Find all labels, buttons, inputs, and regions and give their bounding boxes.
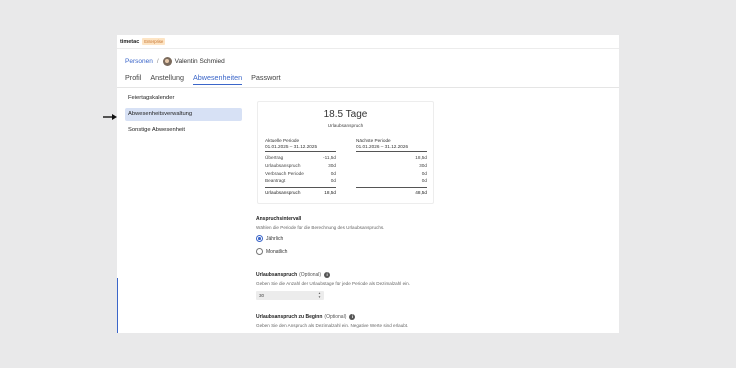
brand-logo[interactable]: timetac	[120, 39, 139, 45]
pointer-arrow-icon	[103, 114, 117, 120]
current-period-range: 01.01.2025 – 31.12.2025	[265, 144, 336, 152]
sidebar-item-feiertagskalender[interactable]: Feiertagskalender	[125, 92, 242, 105]
row-value: 30d	[328, 162, 336, 168]
vacation-summary-card: 18.5 Tage Urlaubsanspruch Aktuelle Perio…	[257, 101, 434, 204]
table-row: 0d	[356, 177, 427, 185]
table-total-row: 48,5d	[356, 187, 427, 197]
row-label: Beantragt	[265, 178, 286, 184]
entitlement-label: Urlaubsanspruch	[256, 272, 298, 278]
row-value: 0d	[330, 178, 336, 184]
entitlement-value: 30	[259, 293, 265, 298]
table-row: Verbrauch Periode 0d	[265, 170, 336, 178]
radio-label: Monatlich	[266, 248, 288, 255]
vacation-total-caption: Urlaubsanspruch	[327, 123, 364, 128]
tab-abwesenheiten[interactable]: Abwesenheiten	[192, 73, 243, 85]
breadcrumb: Personen / Valentin Schmied	[125, 57, 225, 66]
table-row: 30d	[356, 162, 427, 170]
tab-profil[interactable]: Profil	[125, 73, 141, 85]
interval-help: Wählen die Periode für die Berechnung de…	[256, 225, 385, 230]
table-total-row: Urlaubsanspruch 18,5d	[265, 187, 336, 197]
table-row: Urlaubsanspruch 30d	[265, 162, 336, 170]
row-value: 0d	[330, 170, 336, 176]
next-period-column: Nächste Periode 01.01.2026 – 31.12.2026 …	[356, 138, 427, 197]
tab-divider	[117, 87, 619, 88]
row-value: -11,5d	[323, 155, 336, 160]
breadcrumb-separator: /	[156, 58, 159, 65]
app-window: timetac Enterprise Personen / Valentin S…	[117, 35, 619, 333]
optional-tag: (Optional)	[324, 314, 347, 320]
interval-label: Anspruchsintervall	[256, 216, 302, 222]
row-value: 18,5d	[415, 155, 427, 160]
initial-label: Urlaubsanspruch zu Beginn	[256, 314, 323, 320]
current-period-column: Aktuelle Periode 01.01.2025 – 31.12.2025…	[265, 138, 336, 197]
tab-passwort[interactable]: Passwort	[251, 73, 281, 85]
table-row: Übertrag -11,5d	[265, 154, 336, 162]
table-row: 0d	[356, 170, 427, 178]
table-row: Beantragt 0d	[265, 177, 336, 185]
current-period-title: Aktuelle Periode	[265, 138, 300, 143]
entitlement-help: Geben Sie die Anzahl der Urlaubstage für…	[256, 281, 410, 286]
table-row: 18,5d	[356, 154, 427, 162]
optional-tag: (Optional)	[299, 272, 322, 278]
entitlement-input[interactable]: 30 ▲ ▼	[256, 291, 324, 300]
top-bar: timetac Enterprise	[117, 35, 619, 49]
info-icon[interactable]: i	[349, 314, 356, 320]
total-label: Urlaubsanspruch	[265, 190, 301, 196]
tab-anstellung[interactable]: Anstellung	[150, 73, 184, 85]
interval-section: Anspruchsintervall Wählen die Periode fü…	[256, 216, 384, 255]
radio-button[interactable]	[256, 248, 263, 255]
radio-jaehrlich[interactable]: Jährlich	[256, 235, 384, 242]
row-label: Übertrag	[265, 155, 284, 160]
total-value: 48,5d	[415, 190, 427, 196]
sidebar-item-abwesenheitsverwaltung[interactable]: Abwesenheitsverwaltung	[125, 108, 242, 121]
info-icon[interactable]: i	[324, 272, 331, 278]
vacation-total: 18.5 Tage	[323, 109, 368, 120]
breadcrumb-personen-link[interactable]: Personen	[125, 58, 153, 65]
row-label: Verbrauch Periode	[265, 170, 304, 176]
next-period-range: 01.01.2026 – 31.12.2026	[356, 144, 427, 152]
avatar	[162, 57, 172, 66]
row-value: 0d	[421, 178, 427, 184]
row-value: 0d	[421, 170, 427, 176]
radio-button-checked[interactable]	[256, 235, 263, 242]
total-value: 18,5d	[324, 190, 336, 196]
tab-bar: Profil Anstellung Abwesenheiten Passwort	[125, 73, 290, 85]
person-name: Valentin Schmied	[174, 58, 225, 65]
plan-badge: Enterprise	[142, 38, 166, 45]
sidebar: Feiertagskalender Abwesenheitsverwaltung…	[125, 92, 242, 140]
sidebar-item-sonstige-abwesenheit[interactable]: Sonstige Abwesenheit	[125, 124, 242, 137]
initial-entitlement-section: Urlaubsanspruch zu Beginn (Optional) i G…	[256, 314, 408, 328]
scroll-indicator	[117, 278, 118, 333]
radio-monatlich[interactable]: Monatlich	[256, 248, 384, 255]
stepper-icon[interactable]: ▲ ▼	[318, 291, 321, 299]
row-value: 30d	[419, 162, 427, 168]
initial-help: Geben Sie den Anspruch als Dezimalzahl e…	[256, 323, 409, 328]
radio-label: Jährlich	[266, 235, 284, 242]
row-label: Urlaubsanspruch	[265, 162, 301, 168]
next-period-title: Nächste Periode	[356, 138, 391, 143]
entitlement-section: Urlaubsanspruch (Optional) i Geben Sie d…	[256, 272, 410, 300]
